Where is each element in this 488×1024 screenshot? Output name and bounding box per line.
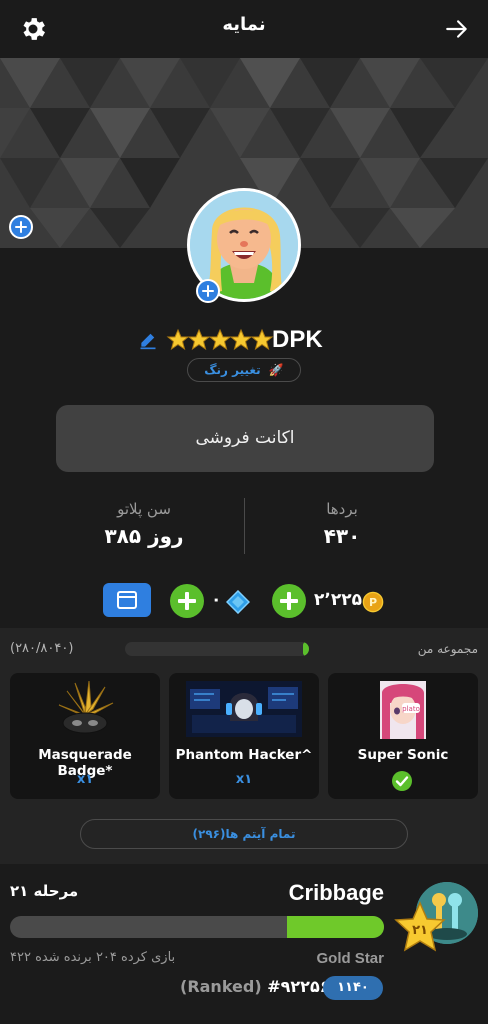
item-title: Super Sonic [357, 747, 449, 763]
game-level: مرحله ۲۱ [10, 882, 79, 900]
level-star-number: ۲۱ [412, 923, 428, 938]
username: DPK [272, 326, 323, 353]
edit-icon[interactable] [138, 330, 158, 350]
svg-text:plato: plato [402, 705, 420, 713]
level-progress-fill [286, 916, 384, 938]
wins-value: ۴۳۰ [323, 524, 361, 548]
collection-item-super-sonic[interactable]: plato Super Sonic [328, 673, 478, 799]
add-gems-button[interactable] [170, 584, 204, 618]
gem-icon [226, 590, 250, 614]
super-sonic-image: plato [380, 681, 426, 739]
coins-value: ۲٬۲۲۵ [314, 590, 362, 610]
collection-count: (۲۸۰/۸۰۴۰) [10, 641, 74, 656]
plato-age-label: سن پلاتو [117, 500, 171, 518]
phantom-hacker-image [186, 681, 302, 737]
top-bar: نمایه [0, 0, 488, 58]
add-coins-button[interactable] [272, 584, 306, 618]
game-name: Cribbage [288, 880, 384, 905]
games-played: ۴۲۲ بازی کرده ۲۰۴ برنده شده [10, 950, 176, 965]
svg-text:P: P [369, 596, 377, 609]
level-progress-bar [10, 916, 384, 938]
collection-progress-bar [125, 642, 309, 656]
wins-label: بردها [326, 500, 358, 518]
rank-title: Gold Star [316, 950, 384, 967]
change-color-label: تغییر رنگ [204, 363, 261, 377]
collection-title: مجموعه من [417, 642, 478, 656]
rank-position: (Ranked) #۹۲۲۵۶ [180, 977, 329, 996]
page-title: نمایه [222, 14, 266, 35]
bio-box: اکانت فروشی [56, 405, 434, 472]
rating-badge: ۱۱۴۰ [323, 976, 383, 1000]
check-icon [392, 771, 412, 791]
inbox-icon [117, 591, 137, 609]
collection-progress-fill [302, 642, 309, 656]
wallet-row: ۰ ۲٬۲۲۵ P [0, 580, 488, 624]
item-quantity: x۱ [76, 772, 94, 787]
plato-age-value: ۳۸۵ روز [104, 524, 184, 548]
collection-section: مجموعه من (۲۸۰/۸۰۴۰) Masquerade Badge* x… [0, 628, 488, 864]
item-title: Phantom Hacker^ [175, 747, 313, 763]
collection-item-masquerade-badge[interactable]: Masquerade Badge* x۱ [10, 673, 160, 799]
rank-number: #۹۲۲۵۶ [267, 977, 330, 996]
wins-stat: بردها ۴۳۰ [242, 500, 442, 548]
masquerade-badge-icon [58, 681, 114, 734]
inbox-button[interactable] [103, 583, 151, 617]
change-color-button[interactable]: تغییر رنگ 🚀 [187, 358, 301, 382]
arrow-right-icon[interactable] [444, 16, 470, 42]
rocket-icon: 🚀 [268, 363, 284, 377]
level-star-icon: ۲۱ [394, 901, 446, 952]
ranked-label: (Ranked) [180, 977, 262, 996]
stars-icon [166, 328, 274, 351]
game-stats-card[interactable]: Cribbage مرحله ۲۱ Gold Star ۴۲۲ بازی کرد… [0, 868, 488, 1024]
cover-add-button[interactable] [9, 215, 33, 239]
all-items-button[interactable]: تمام آیتم ها(۲۹۶) [80, 819, 408, 849]
gems-value: ۰ [211, 590, 222, 610]
name-row: DPK [0, 324, 488, 356]
plato-age-stat: سن پلاتو ۳۸۵ روز [44, 500, 244, 548]
collection-item-phantom-hacker[interactable]: Phantom Hacker^ x۱ [169, 673, 319, 799]
avatar-add-button[interactable] [196, 279, 220, 303]
item-quantity: x۱ [235, 772, 253, 787]
coin-icon: P [362, 591, 384, 613]
